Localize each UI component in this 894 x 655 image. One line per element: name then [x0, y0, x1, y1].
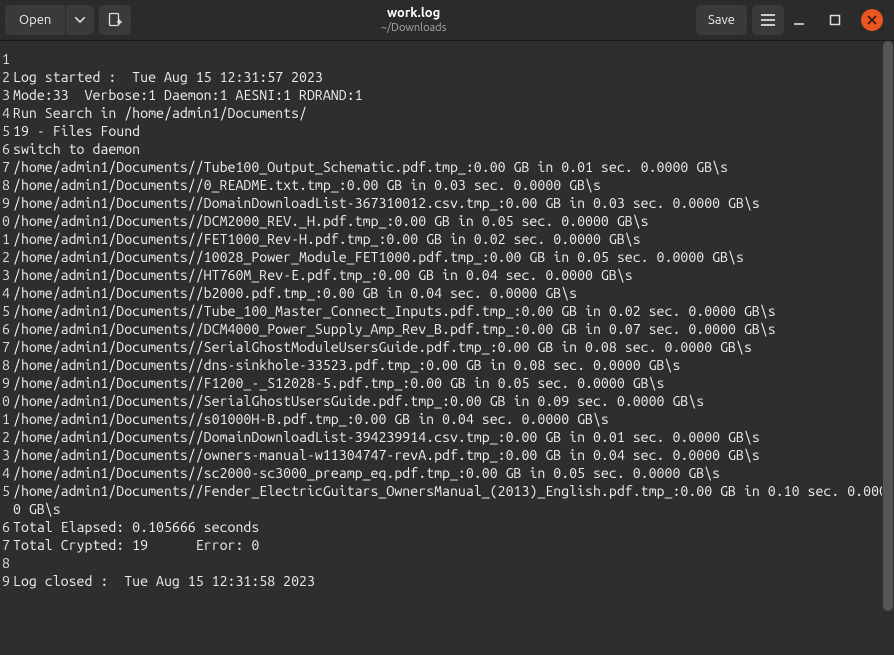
text-line[interactable]: /home/admin1/Documents//DomainDownloadLi… — [13, 194, 894, 212]
line-number: 3 — [0, 86, 10, 104]
text-line[interactable]: /home/admin1/Documents//HT760M_Rev-E.pdf… — [13, 266, 894, 284]
editor-area[interactable]: 12345678901234567890123456789 Log starte… — [0, 41, 894, 655]
minimize-button[interactable] — [789, 10, 809, 30]
new-document-icon — [107, 12, 123, 28]
save-button[interactable]: Save — [696, 5, 747, 35]
hamburger-menu-button[interactable] — [752, 5, 784, 35]
line-number: 7 — [0, 338, 10, 356]
line-number: 4 — [0, 464, 10, 482]
text-line[interactable]: /home/admin1/Documents//Tube100_Output_S… — [13, 158, 894, 176]
open-button[interactable]: Open — [5, 5, 65, 35]
scrollbar-thumb[interactable] — [883, 41, 893, 611]
text-line[interactable]: Total Crypted: 19 Error: 0 — [13, 536, 894, 554]
line-number: 6 — [0, 320, 10, 338]
open-recent-dropdown[interactable] — [66, 5, 94, 35]
text-line[interactable]: /home/admin1/Documents//10028_Power_Modu… — [13, 248, 894, 266]
line-number: 1 — [0, 230, 10, 248]
close-icon — [867, 15, 877, 25]
line-number: 9 — [0, 194, 10, 212]
text-content[interactable]: Log started : Tue Aug 15 12:31:57 2023Mo… — [10, 41, 894, 655]
line-number: 6 — [0, 518, 10, 536]
close-button[interactable] — [861, 9, 883, 31]
line-number: 0 — [0, 212, 10, 230]
text-line[interactable]: /home/admin1/Documents//DCM2000_REV._H.p… — [13, 212, 894, 230]
line-number: 7 — [0, 536, 10, 554]
line-number: 1 — [0, 50, 10, 68]
line-number: 2 — [0, 428, 10, 446]
line-number: 5 — [0, 122, 10, 140]
text-line[interactable]: Run Search in /home/admin1/Documents/ — [13, 104, 894, 122]
line-number-gutter: 12345678901234567890123456789 — [0, 41, 10, 655]
line-number: 8 — [0, 356, 10, 374]
text-line[interactable]: /home/admin1/Documents//F1200_-_S12028-5… — [13, 374, 894, 392]
text-line[interactable]: /home/admin1/Documents//s01000H-B.pdf.tm… — [13, 410, 894, 428]
text-line[interactable]: /home/admin1/Documents//owners-manual-w1… — [13, 446, 894, 464]
line-number: 9 — [0, 572, 10, 590]
line-number: 5 — [0, 482, 10, 518]
text-line[interactable]: /home/admin1/Documents//DomainDownloadLi… — [13, 428, 894, 446]
text-line[interactable]: 19 - Files Found — [13, 122, 894, 140]
line-number: 2 — [0, 68, 10, 86]
document-title-block: work.log ~/Downloads — [136, 6, 691, 33]
line-number: 8 — [0, 176, 10, 194]
text-line[interactable]: Log closed : Tue Aug 15 12:31:58 2023 — [13, 572, 894, 590]
text-line[interactable]: Log started : Tue Aug 15 12:31:57 2023 — [13, 68, 894, 86]
text-line[interactable]: Mode:33 Verbose:1 Daemon:1 AESNI:1 RDRAN… — [13, 86, 894, 104]
line-number: 2 — [0, 248, 10, 266]
text-line[interactable] — [13, 554, 894, 572]
line-number: 3 — [0, 266, 10, 284]
chevron-down-icon — [75, 17, 85, 23]
text-line[interactable] — [13, 50, 894, 68]
document-title: work.log — [136, 6, 691, 20]
line-number: 4 — [0, 104, 10, 122]
text-line[interactable]: Total Elapsed: 0.105666 seconds — [13, 518, 894, 536]
maximize-button[interactable] — [825, 10, 845, 30]
line-number: 1 — [0, 410, 10, 428]
text-line[interactable]: /home/admin1/Documents//dns-sinkhole-335… — [13, 356, 894, 374]
text-line[interactable]: /home/admin1/Documents//Tube_100_Master_… — [13, 302, 894, 320]
line-number: 4 — [0, 284, 10, 302]
line-number: 6 — [0, 140, 10, 158]
hamburger-icon — [761, 14, 775, 26]
text-line[interactable]: /home/admin1/Documents//Fender_ElectricG… — [13, 482, 894, 518]
text-line[interactable]: /home/admin1/Documents//SerialGhostUsers… — [13, 392, 894, 410]
text-line[interactable]: switch to daemon — [13, 140, 894, 158]
line-number: 3 — [0, 446, 10, 464]
minimize-icon — [793, 14, 805, 26]
text-line[interactable]: /home/admin1/Documents//b2000.pdf.tmp_:0… — [13, 284, 894, 302]
line-number: 5 — [0, 302, 10, 320]
document-path: ~/Downloads — [136, 22, 691, 34]
new-tab-button[interactable] — [99, 5, 131, 35]
maximize-icon — [829, 14, 841, 26]
line-number: 8 — [0, 554, 10, 572]
text-line[interactable]: /home/admin1/Documents//0_README.txt.tmp… — [13, 176, 894, 194]
titlebar: Open work.log ~/Downloads Save — [0, 0, 894, 41]
text-line[interactable]: /home/admin1/Documents//DCM4000_Power_Su… — [13, 320, 894, 338]
line-number: 7 — [0, 158, 10, 176]
line-number: 0 — [0, 392, 10, 410]
line-number: 9 — [0, 374, 10, 392]
vertical-scrollbar[interactable] — [882, 41, 894, 655]
text-line[interactable]: /home/admin1/Documents//sc2000-sc3000_pr… — [13, 464, 894, 482]
text-line[interactable]: /home/admin1/Documents//SerialGhostModul… — [13, 338, 894, 356]
window-controls — [789, 9, 889, 31]
text-line[interactable]: /home/admin1/Documents//FET1000_Rev-H.pd… — [13, 230, 894, 248]
